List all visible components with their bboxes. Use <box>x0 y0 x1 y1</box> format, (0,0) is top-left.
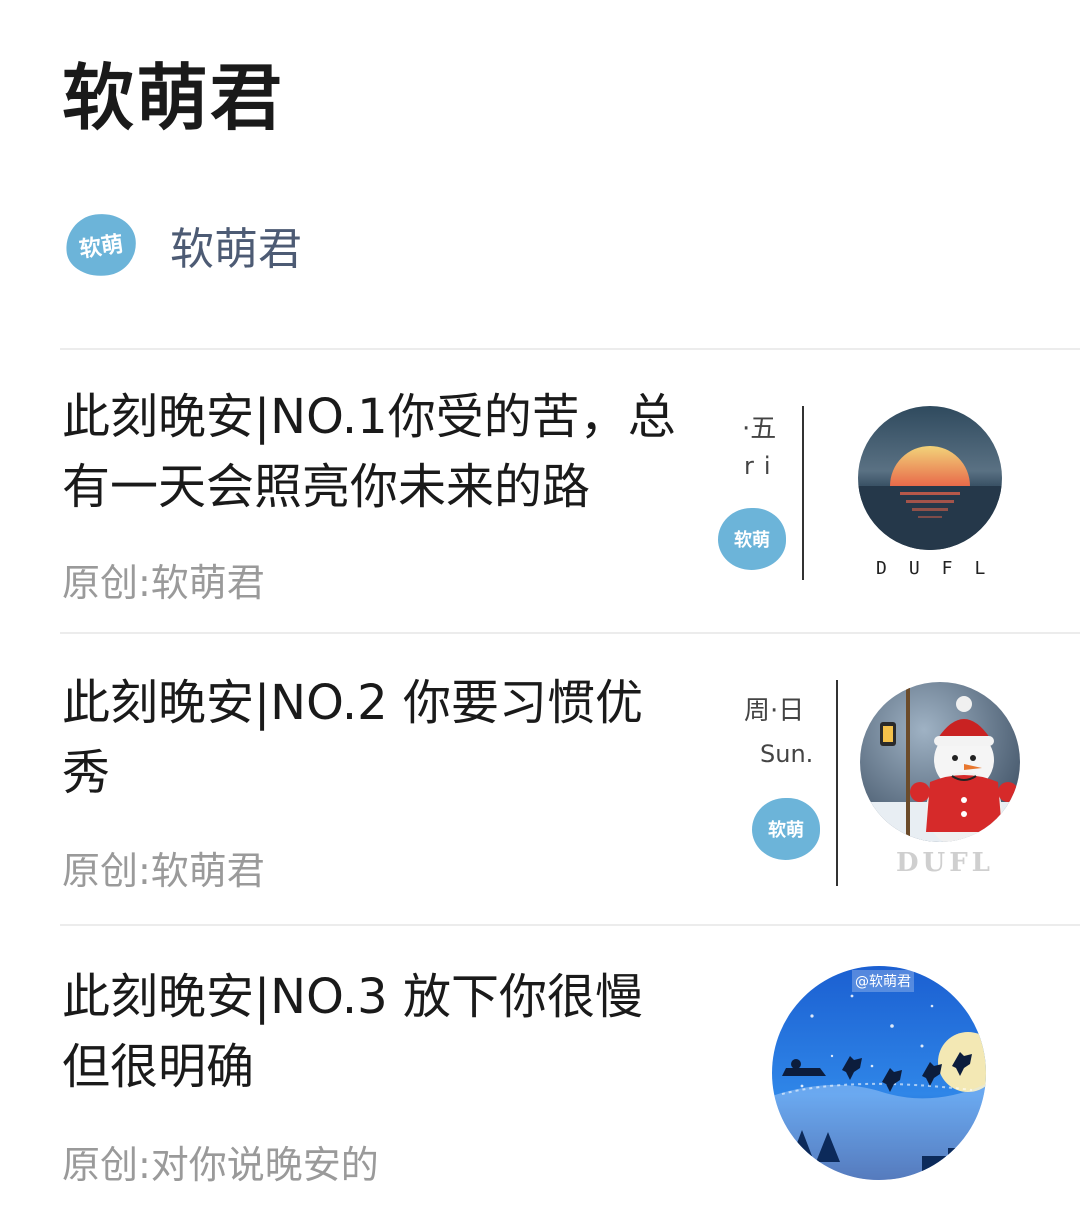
sunset-image <box>858 406 1002 550</box>
thumb-weekday-en: Sun. <box>760 740 814 768</box>
page-title: 软萌君 <box>62 56 285 140</box>
author-avatar[interactable]: 软萌 <box>62 209 140 281</box>
christmas-night-image <box>772 966 986 1180</box>
snowman-image <box>860 682 1020 842</box>
article-source: 原创:软萌君 <box>62 561 265 605</box>
thumb-watermark: @软萌君 <box>852 970 914 992</box>
article-title[interactable]: 此刻晚安|NO.3 放下你很慢但很明确 <box>62 962 682 1102</box>
article-thumbnail[interactable]: 周·日 Sun. 软萌 DUFL <box>740 680 1040 890</box>
thumb-weekday-cn: ·五 <box>742 414 777 444</box>
article-item[interactable]: 此刻晚安|NO.1你受的苦，总有一天会照亮你未来的路 原创:软萌君 ·五 ri … <box>0 350 1080 632</box>
thumb-logo: 软萌 <box>718 508 786 570</box>
article-source: 原创:对你说晚安的 <box>62 1143 379 1187</box>
article-title[interactable]: 此刻晚安|NO.1你受的苦，总有一天会照亮你未来的路 <box>62 382 712 522</box>
author-name[interactable]: 软萌君 <box>170 213 302 277</box>
author-row[interactable]: 软萌 软萌君 <box>62 209 302 281</box>
thumb-logo: 软萌 <box>752 798 820 860</box>
article-title[interactable]: 此刻晚安|NO.2 你要习惯优秀 <box>62 668 682 808</box>
thumb-divider <box>802 406 804 580</box>
thumb-weekday-cn: 周·日 <box>744 696 805 726</box>
article-item[interactable]: 此刻晚安|NO.2 你要习惯优秀 原创:软萌君 周·日 Sun. 软萌 DUFL <box>0 634 1080 924</box>
thumb-brand: DUFL <box>876 558 1008 579</box>
article-item[interactable]: 此刻晚安|NO.3 放下你很慢但很明确 原创:对你说晚安的 @软萌君 <box>0 926 1080 1211</box>
thumb-brand: DUFL <box>896 848 994 878</box>
thumb-divider <box>836 680 838 886</box>
article-thumbnail[interactable]: @软萌君 <box>772 966 992 1186</box>
thumb-weekday-en: ri <box>744 452 781 480</box>
article-source: 原创:软萌君 <box>62 849 265 893</box>
article-thumbnail[interactable]: ·五 ri 软萌 DUFL <box>718 402 1020 602</box>
